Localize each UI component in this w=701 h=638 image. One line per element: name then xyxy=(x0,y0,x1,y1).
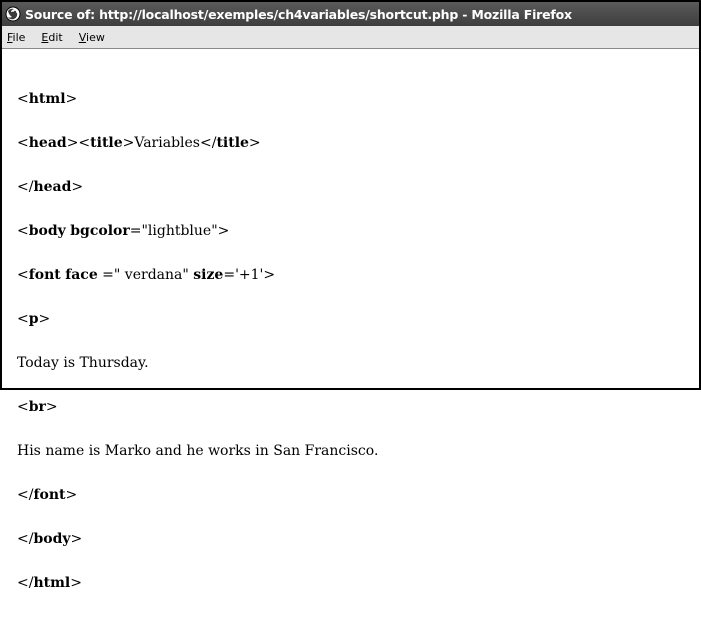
source-line: </html> xyxy=(17,575,82,591)
view-source-window: Source of: http://localhost/exemples/ch4… xyxy=(0,0,701,591)
menu-view-accel: V xyxy=(78,30,87,44)
source-line: His name is Marko and he works in San Fr… xyxy=(17,443,379,459)
source-line: <font face =" verdana" size='+1'> xyxy=(17,267,276,283)
menu-view[interactable]: View xyxy=(79,31,105,44)
source-code-view[interactable]: <html> <head><title>Variables</title> </… xyxy=(2,49,699,638)
source-line: <p> xyxy=(17,311,51,327)
source-line: <br> xyxy=(17,399,58,415)
menu-file-label: ile xyxy=(12,30,26,44)
source-line: </head> xyxy=(17,179,84,195)
title-bar[interactable]: Source of: http://localhost/exemples/ch4… xyxy=(2,2,699,26)
source-line: Today is Thursday. xyxy=(17,355,149,371)
source-line: <html> xyxy=(17,91,78,107)
menu-edit-label: dit xyxy=(48,30,63,44)
window-title: Source of: http://localhost/exemples/ch4… xyxy=(25,6,572,22)
source-line: </font> xyxy=(17,487,78,503)
menu-file[interactable]: File xyxy=(7,31,25,44)
firefox-icon xyxy=(5,6,21,22)
source-line: </body> xyxy=(17,531,83,547)
source-line: <head><title>Variables</title> xyxy=(17,135,261,151)
menu-edit[interactable]: Edit xyxy=(41,31,62,44)
menu-view-label: iew xyxy=(86,30,105,44)
menu-bar: File Edit View xyxy=(2,26,699,49)
source-line: <body bgcolor="lightblue"> xyxy=(17,223,230,239)
